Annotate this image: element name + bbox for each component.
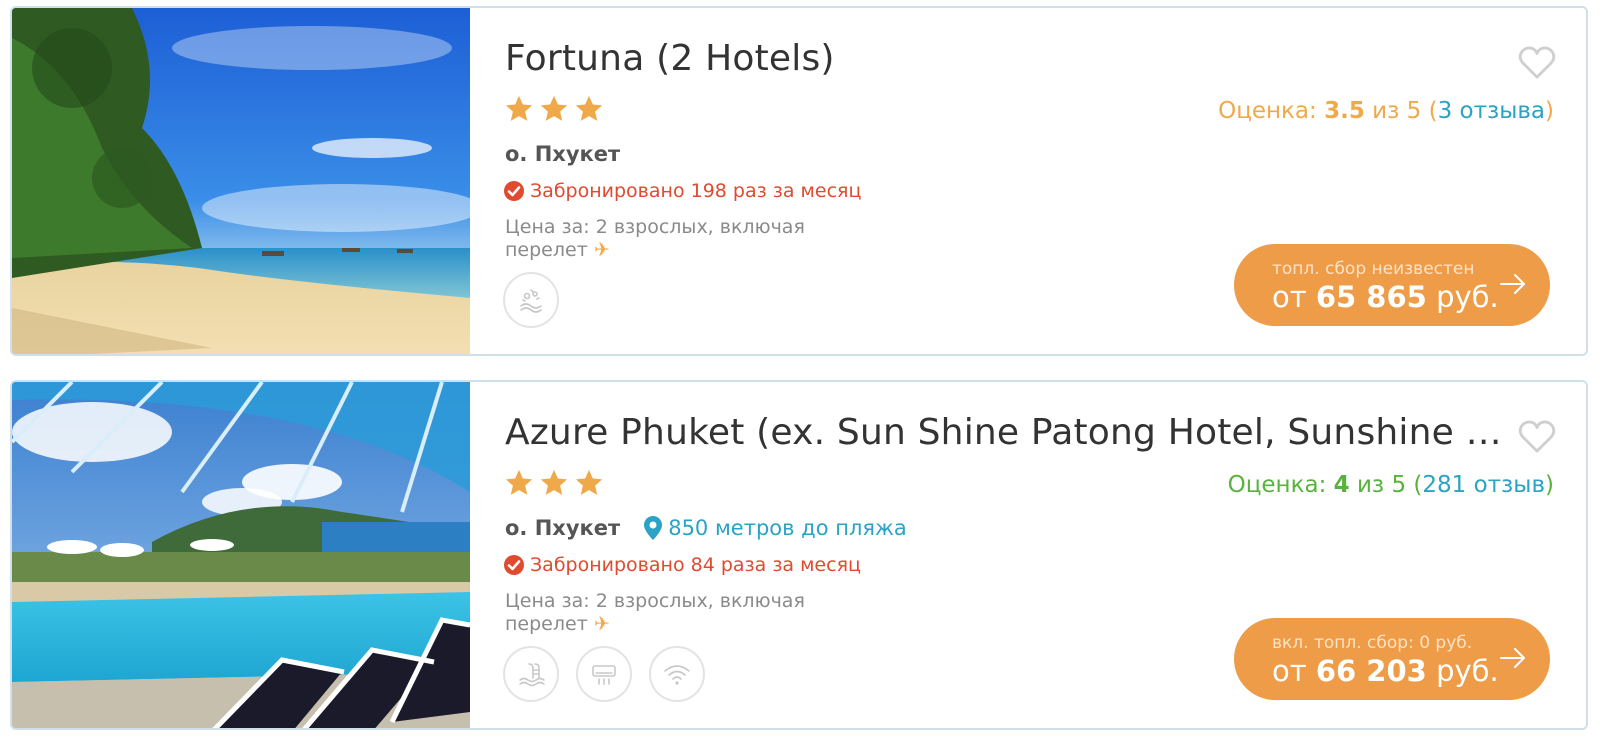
hotel-location: о. Пхукет [505,142,621,166]
booked-count: Забронировано 84 раза за месяц [504,554,861,576]
hotel-location: о. Пхукет [505,516,621,540]
map-pin-icon [644,516,663,540]
price-prefix: от [1272,280,1316,314]
hotel-rating: Оценка: 3.5 из 5 (3 отзыва) [1218,98,1554,124]
beach-distance-link[interactable]: 850 метров до пляжа [644,516,907,540]
hotel-card[interactable]: Fortuna (2 Hotels) Оценка: 3.5 из 5 (3 о… [10,6,1588,356]
price-amount: 66 203 [1315,654,1427,688]
star-icon [540,95,568,121]
location-row: о. Пхукет [505,142,620,166]
booked-text: Забронировано 198 раз за месяц [530,180,862,202]
hotel-rating: Оценка: 4 из 5 (281 отзыв) [1228,472,1554,498]
reviews-link[interactable]: 3 отзыва [1438,98,1545,124]
amenity-pool[interactable] [503,646,559,702]
rating-score: 4 [1333,472,1350,498]
star-icon [505,95,533,121]
reviews-link[interactable]: 281 отзыв [1422,472,1545,498]
rating-of: из 5 ( [1364,98,1438,124]
price-description: Цена за: 2 взрослых, включая перелет ✈ [505,216,825,262]
booked-text: Забронировано 84 раза за месяц [530,554,861,576]
star-icon [540,469,568,495]
air-conditioner-icon [592,665,616,685]
rating-label: Оценка: [1218,98,1325,124]
hotel-title[interactable]: Fortuna (2 Hotels) [505,38,1505,79]
price-prefix: от [1272,654,1316,688]
check-circle-icon [504,555,524,575]
price-amount: 65 865 [1315,280,1427,314]
price-currency: руб. [1426,280,1499,314]
favorite-heart-icon[interactable] [1518,420,1556,454]
pool-icon [519,663,545,687]
check-circle-icon [504,181,524,201]
beach-icon [520,289,542,313]
amenities-list [503,646,705,702]
price-button[interactable]: вкл. топл. сбор: 0 руб. от 66 203 руб. [1234,618,1550,700]
arrow-right-icon [1500,274,1525,294]
star-rating [504,94,604,124]
plane-icon: ✈ [593,613,610,635]
amenity-air-conditioner[interactable] [576,646,632,702]
star-icon [575,469,603,495]
booked-count: Забронировано 198 раз за месяц [504,180,861,202]
hotel-card[interactable]: Azure Phuket (ex. Sun Shine Patong Hotel… [10,380,1588,730]
price-currency: руб. [1426,654,1499,688]
price-for-text: Цена за: 2 взрослых, включая перелет [505,216,805,261]
location-row: о. Пхукет 850 метров до пляжа [505,516,907,540]
plane-icon: ✈ [593,239,610,261]
beach-distance-text: 850 метров до пляжа [668,516,907,540]
rating-of: из 5 ( [1349,472,1423,498]
star-icon [505,469,533,495]
rating-close: ) [1545,472,1554,498]
price-for-text: Цена за: 2 взрослых, включая перелет [505,590,805,635]
star-icon [575,95,603,121]
star-rating [504,468,604,498]
fuel-fee-note: топл. сбор неизвестен [1272,259,1475,279]
wifi-icon [664,665,690,685]
price-button[interactable]: топл. сбор неизвестен от 65 865 руб. [1234,244,1550,326]
price-value: от 65 865 руб. [1272,280,1499,314]
amenities-list [503,272,559,328]
hotel-photo-pool [12,382,470,728]
rating-score: 3.5 [1324,98,1365,124]
price-description: Цена за: 2 взрослых, включая перелет ✈ [505,590,825,636]
hotel-photo[interactable] [12,382,470,728]
rating-close: ) [1545,98,1554,124]
favorite-heart-icon[interactable] [1518,46,1556,80]
hotel-photo-beach [12,8,470,354]
amenity-wifi[interactable] [649,646,705,702]
arrow-right-icon [1500,648,1525,668]
hotel-title[interactable]: Azure Phuket (ex. Sun Shine Patong Hotel… [505,412,1505,453]
hotel-photo[interactable] [12,8,470,354]
rating-label: Оценка: [1227,472,1334,498]
price-value: от 66 203 руб. [1272,654,1499,688]
fuel-fee-note: вкл. топл. сбор: 0 руб. [1272,633,1473,653]
amenity-beach[interactable] [503,272,559,328]
